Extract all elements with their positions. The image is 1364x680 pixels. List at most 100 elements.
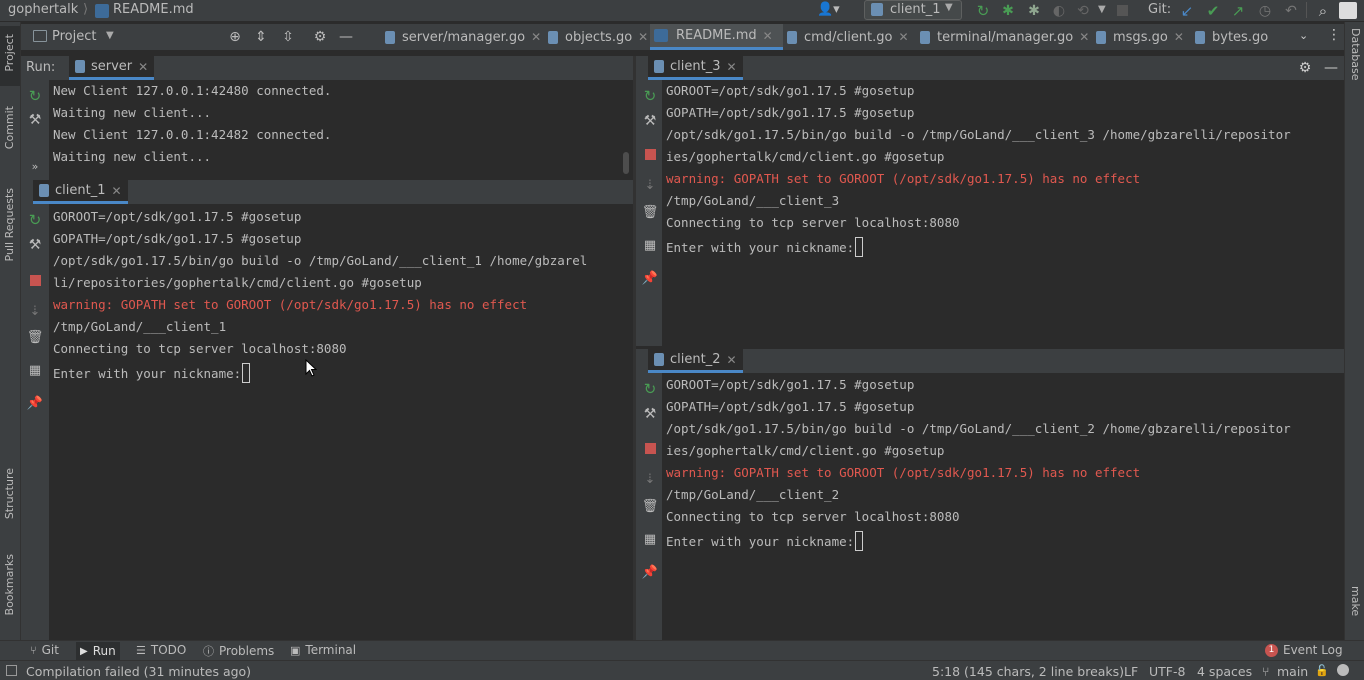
rerun-icon[interactable]: ↻ [642, 380, 658, 398]
close-icon[interactable]: ✕ [138, 60, 148, 74]
layout-icon[interactable]: ▦ [642, 531, 658, 547]
rerun-icon[interactable]: ↻ [27, 87, 43, 105]
status-message[interactable]: Compilation failed (31 minutes ago) [26, 664, 251, 679]
tab-run[interactable]: ▶ Run [76, 642, 120, 660]
tab-msgs[interactable]: msgs.go ✕ [1092, 24, 1184, 50]
text-cursor[interactable] [242, 363, 251, 383]
indent-setting[interactable]: 4 spaces [1197, 664, 1252, 679]
bookmarks-tool-button[interactable]: Bookmarks [0, 550, 20, 630]
search-icon[interactable]: ⌕ [1314, 2, 1332, 20]
rerun-icon[interactable]: ↻ [642, 87, 658, 105]
pull-requests-tool-button[interactable]: Pull Requests [0, 184, 20, 274]
client2-console[interactable]: GOROOT=/opt/sdk/go1.17.5 #gosetup GOPATH… [662, 373, 1344, 640]
git-push-icon[interactable]: ↗ [1229, 2, 1247, 20]
tab-objects[interactable]: objects.go ✕ [544, 24, 648, 50]
run-config-selector[interactable]: client_1 ▼ [864, 0, 962, 20]
stop-icon[interactable] [642, 440, 658, 456]
lock-icon[interactable]: 🔓 [1315, 664, 1329, 677]
scroll-to-end-icon[interactable]: ⇣ [642, 177, 658, 193]
layout-icon[interactable]: ▦ [642, 237, 658, 253]
stop-icon[interactable] [642, 146, 658, 162]
git-update-icon[interactable]: ↙ [1178, 2, 1196, 20]
scroll-to-end-icon[interactable]: ⇣ [642, 471, 658, 487]
wrench-icon[interactable]: ⚒ [27, 237, 43, 253]
tab-terminal-manager[interactable]: terminal/manager.go ✕ [916, 24, 1089, 50]
attach-icon[interactable]: ⟲ [1074, 2, 1092, 20]
ide-logo-icon[interactable] [1339, 2, 1357, 19]
close-icon[interactable]: ✕ [111, 184, 121, 198]
toggle-tool-windows-icon[interactable] [6, 665, 17, 676]
close-icon[interactable]: ✕ [899, 30, 909, 44]
coverage-icon[interactable]: ✱ [1025, 2, 1043, 20]
scroll-to-end-icon[interactable]: ⇣ [27, 303, 43, 319]
run-tab-client-3[interactable]: client_3 ✕ [648, 56, 743, 80]
project-panel-label[interactable]: Project [52, 29, 96, 44]
line-separator[interactable]: LF [1124, 664, 1138, 679]
file-encoding[interactable]: UTF-8 [1149, 664, 1185, 679]
close-icon[interactable]: ✕ [1174, 30, 1184, 44]
database-tool-button[interactable]: Database [1345, 22, 1364, 102]
pin-icon[interactable]: 📌 [27, 395, 43, 411]
close-icon[interactable]: ✕ [1079, 30, 1089, 44]
close-icon[interactable]: ✕ [726, 353, 736, 367]
tab-terminal[interactable]: ▣ Terminal [290, 643, 356, 657]
wrench-icon[interactable]: ⚒ [27, 112, 43, 128]
pin-icon[interactable]: 📌 [642, 564, 658, 580]
more-vertical-icon[interactable]: ⋮ [1327, 27, 1341, 43]
more-run-chevron-icon[interactable]: ▼ [1098, 4, 1106, 15]
breadcrumb-file[interactable]: README.md [113, 2, 194, 17]
close-icon[interactable]: ✕ [763, 29, 773, 43]
close-icon[interactable]: ✕ [638, 30, 648, 44]
server-console[interactable]: New Client 127.0.0.1:42480 connected. Wa… [49, 80, 633, 180]
event-log-button[interactable]: 1 Event Log [1265, 643, 1343, 657]
profile-icon[interactable]: ◐ [1050, 2, 1068, 20]
collapse-all-icon[interactable]: ⇳ [279, 28, 297, 46]
tab-server-manager[interactable]: server/manager.go ✕ [381, 24, 541, 50]
trash-icon[interactable]: 🗑 [642, 204, 659, 220]
run-tab-client-2[interactable]: client_2 ✕ [648, 349, 743, 373]
gear-icon[interactable]: ⚙ [1296, 59, 1314, 77]
tab-bytes[interactable]: bytes.go [1191, 24, 1268, 50]
make-tool-button[interactable]: make [1345, 582, 1364, 632]
git-branch[interactable]: main [1277, 664, 1308, 679]
git-commit-icon[interactable]: ✔ [1204, 2, 1222, 20]
run-tab-client-1[interactable]: client_1 ✕ [33, 180, 128, 204]
structure-tool-button[interactable]: Structure [0, 464, 20, 532]
stop-icon[interactable] [27, 272, 43, 288]
caret-position[interactable]: 5:18 (145 chars, 2 line breaks) [932, 664, 1124, 679]
wrench-icon[interactable]: ⚒ [642, 406, 658, 422]
chevron-down-icon[interactable]: ▼ [106, 30, 114, 41]
gear-icon[interactable]: ⚙ [311, 28, 329, 46]
pin-icon[interactable]: 📌 [642, 270, 658, 286]
tab-list-chevron-icon[interactable]: ⌄ [1299, 29, 1308, 42]
project-tool-button[interactable]: Project [0, 26, 20, 86]
trash-icon[interactable]: 🗑 [27, 329, 44, 345]
tab-problems[interactable]: ⓘ Problems [203, 643, 274, 659]
breadcrumb-project[interactable]: gophertalk [8, 2, 78, 17]
inspector-icon[interactable] [1337, 664, 1349, 676]
scrollbar-thumb[interactable] [623, 152, 629, 174]
tab-git[interactable]: ⑂ Git [30, 643, 59, 657]
close-icon[interactable]: ✕ [726, 60, 736, 74]
client1-console[interactable]: GOROOT=/opt/sdk/go1.17.5 #gosetup GOPATH… [49, 204, 633, 640]
client3-console[interactable]: GOROOT=/opt/sdk/go1.17.5 #gosetup GOPATH… [662, 80, 1344, 346]
wrench-icon[interactable]: ⚒ [642, 113, 658, 129]
tab-todo[interactable]: ☰ TODO [136, 643, 186, 657]
rerun-icon[interactable]: ↻ [974, 2, 992, 20]
trash-icon[interactable]: 🗑 [642, 498, 659, 514]
commit-tool-button[interactable]: Commit [0, 102, 20, 162]
more-actions-icon[interactable]: » [27, 158, 43, 174]
locate-icon[interactable]: ⊕ [226, 28, 244, 46]
text-cursor[interactable] [855, 531, 864, 551]
user-icon[interactable]: 👤▾ [817, 2, 840, 17]
tab-cmd-client[interactable]: cmd/client.go ✕ [783, 24, 909, 50]
run-tab-server[interactable]: server ✕ [69, 56, 155, 80]
rollback-icon[interactable]: ↶ [1282, 2, 1300, 20]
close-icon[interactable]: ✕ [531, 30, 541, 44]
layout-icon[interactable]: ▦ [27, 362, 43, 378]
hide-icon[interactable]: — [1322, 59, 1340, 77]
text-cursor[interactable] [855, 237, 864, 257]
debug-icon[interactable]: ✱ [999, 2, 1017, 20]
hide-icon[interactable]: — [337, 28, 355, 46]
rerun-icon[interactable]: ↻ [27, 211, 43, 229]
